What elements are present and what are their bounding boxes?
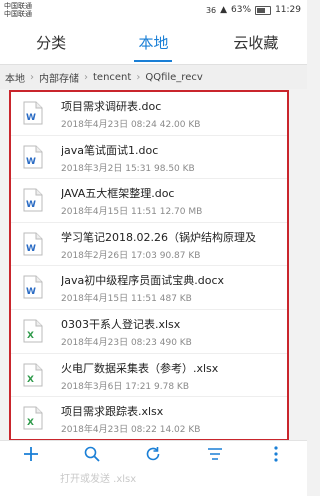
file-meta: 2018年3月2日 15:31 98.50 KB (61, 163, 195, 174)
file-meta: 2018年4月23日 08:24 42.00 KB (61, 120, 201, 130)
word-file-icon: W (23, 232, 43, 256)
svg-text:W: W (26, 287, 36, 297)
file-meta: 2018年4月23日 08:22 14.02 KB (61, 425, 201, 436)
search-button[interactable] (72, 441, 112, 467)
breadcrumb-tencent[interactable]: tencent (88, 72, 136, 83)
signal-icon: ▲ (220, 5, 228, 15)
list-item[interactable]: W 学习笔记2018.02.26（锅炉结构原理及 2018年2月26日 17:0… (11, 223, 287, 267)
word-file-icon: W (23, 145, 43, 169)
list-item[interactable]: W Java初中级程序员面试宝典.docx 2018年4月15日 11:51 4… (11, 266, 287, 310)
file-meta: 2018年2月26日 17:03 90.87 KB (61, 250, 201, 261)
bottom-toolbar (0, 440, 307, 496)
breadcrumb-qqfile-recv[interactable]: QQfile_recv (140, 72, 207, 83)
battery-icon (255, 5, 272, 15)
breadcrumb: 本地 › 内部存储 › tencent › QQfile_recv (0, 65, 307, 89)
clock: 11:29 (275, 5, 301, 15)
file-meta: 2018年4月15日 11:51 487 KB (61, 294, 192, 305)
network-indicator: 36 (205, 5, 217, 15)
excel-file-icon: X (23, 319, 43, 343)
refresh-icon (147, 447, 160, 461)
more-button[interactable] (256, 441, 296, 467)
svg-text:W: W (26, 157, 36, 167)
search-icon (84, 446, 100, 462)
list-item[interactable]: W JAVA五大框架整理.doc 2018年4月15日 11:51 12.70 … (11, 179, 287, 223)
svg-text:X: X (27, 331, 34, 341)
file-name: 项目需求调研表.doc (61, 100, 162, 113)
list-item[interactable]: X 火电厂数据采集表（参考）.xlsx 2018年3月6日 17:21 9.78… (11, 354, 287, 398)
file-name: JAVA五大框架整理.doc (61, 187, 175, 201)
word-file-icon: W (23, 188, 43, 212)
list-item[interactable]: X 0303干系人登记表.xlsx 2018年4月23日 08:23 490 K… (11, 310, 287, 354)
sort-icon (207, 448, 222, 460)
refresh-button[interactable] (133, 441, 173, 467)
svg-text:X: X (27, 375, 34, 385)
tab-category[interactable]: 分类 (0, 22, 102, 64)
excel-file-icon: X (23, 406, 43, 430)
new-button[interactable] (11, 441, 51, 467)
plus-icon (23, 447, 38, 461)
file-name: java笔试面试1.doc (61, 143, 159, 157)
tab-local[interactable]: 本地 (102, 22, 204, 64)
status-indicators: 36 ▲ 63% 11:29 (206, 5, 301, 15)
svg-text:W: W (26, 113, 36, 123)
tab-cloud-favorites[interactable]: 云收藏 (205, 22, 307, 64)
file-list: W 项目需求调研表.doc 2018年4月23日 08:24 42.00 KB … (9, 90, 289, 441)
svg-text:X: X (27, 418, 34, 428)
file-meta: 2018年4月15日 11:51 12.70 MB (61, 207, 203, 218)
sort-button[interactable] (195, 441, 235, 467)
list-item[interactable]: X 项目需求跟踪表.xlsx 2018年4月23日 08:22 14.02 KB (11, 397, 287, 439)
more-vertical-icon (274, 446, 278, 462)
file-name: 项目需求跟踪表.xlsx (61, 405, 164, 419)
file-name: 火电厂数据采集表（参考）.xlsx (61, 361, 219, 375)
file-name: 0303干系人登记表.xlsx (61, 317, 181, 331)
list-item[interactable]: W 项目需求调研表.doc 2018年4月23日 08:24 42.00 KB (11, 92, 287, 136)
breadcrumb-local[interactable]: 本地 (0, 70, 30, 85)
file-meta: 2018年4月23日 08:23 490 KB (61, 337, 192, 348)
word-file-icon: W (23, 101, 43, 125)
tab-bar: 分类 本地 云收藏 (0, 22, 307, 65)
battery-percent: 63% (231, 5, 252, 15)
file-name: Java初中级程序员面试宝典.docx (61, 274, 225, 288)
svg-text:W: W (26, 244, 36, 254)
breadcrumb-internal-storage[interactable]: 内部存储 (34, 70, 84, 85)
svg-text:W: W (26, 200, 36, 210)
file-meta: 2018年3月6日 17:21 9.78 KB (61, 381, 189, 392)
list-item[interactable]: W java笔试面试1.doc 2018年3月2日 15:31 98.50 KB (11, 136, 287, 180)
carrier-1: 中国联通 (4, 2, 32, 10)
file-name: 学习笔记2018.02.26（锅炉结构原理及 (61, 230, 256, 244)
watermark-text: 打开或发送 .xlsx (60, 474, 137, 485)
carrier-info: 中国联通 中国联通 (4, 2, 32, 18)
excel-file-icon: X (23, 363, 43, 387)
word-file-icon: W (23, 275, 43, 299)
carrier-2: 中国联通 (4, 10, 32, 18)
status-bar: 中国联通 中国联通 36 ▲ 63% 11:29 (0, 0, 307, 22)
